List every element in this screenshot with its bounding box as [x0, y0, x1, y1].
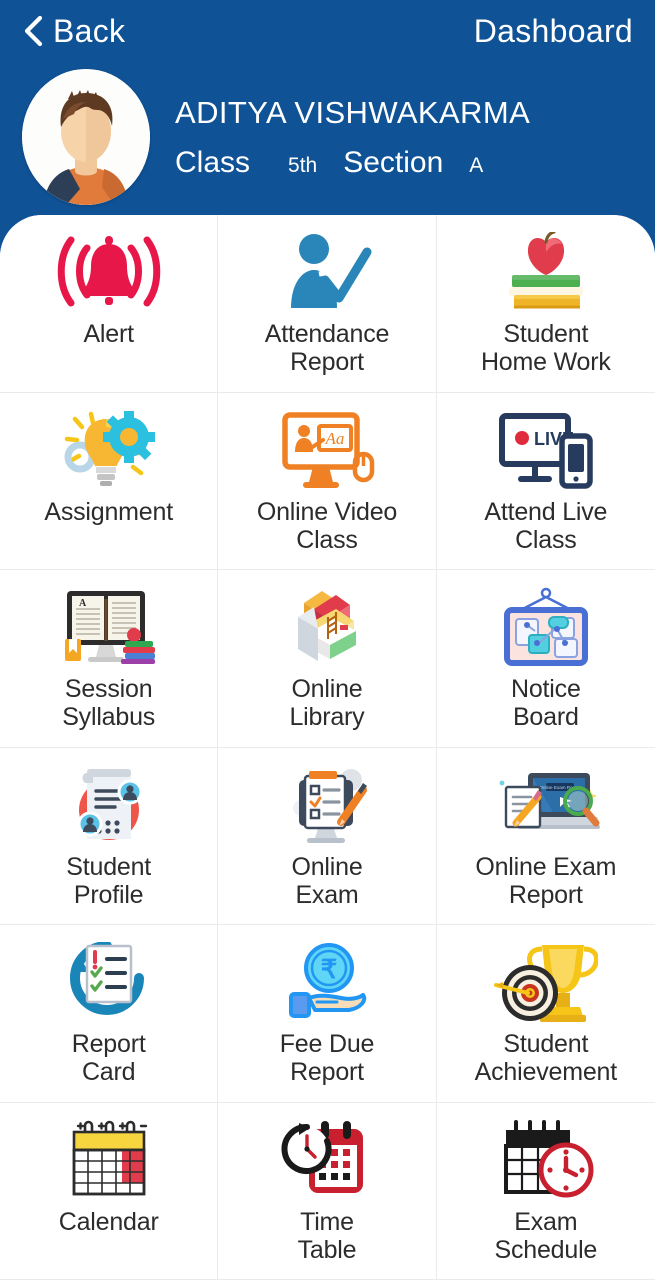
menu-panel: Alert Attendance Report Student Home Wor…: [0, 215, 655, 1280]
menu-item-report-card[interactable]: Report Card: [0, 925, 219, 1103]
menu-item-label: Online Library: [289, 675, 365, 731]
student-avatar-icon: [22, 69, 150, 205]
library-books-icon: [284, 584, 370, 670]
menu-item-label: Online Video Class: [256, 497, 398, 554]
video-monitor-icon: Aa: [277, 407, 377, 493]
class-section-row: Class 5th Section A: [175, 146, 530, 180]
menu-item-label: Attend Live Class: [484, 497, 608, 554]
menu-item-label: Alert: [83, 320, 134, 348]
back-button[interactable]: Back: [22, 13, 125, 50]
menu-item-label: Online Exam: [291, 852, 363, 909]
menu-item-attendance-report[interactable]: Attendance Report: [218, 215, 437, 393]
menu-item-label: Student Profile: [66, 852, 152, 909]
menu-item-exam-schedule[interactable]: Exam Schedule: [436, 1102, 655, 1280]
books-apple-icon: [498, 229, 594, 315]
svg-text:A: A: [79, 598, 87, 609]
clock-calendar-icon: [279, 1117, 375, 1203]
laptop-report-magnifier-icon: Online Exam Report: [490, 762, 602, 848]
class-value: 5th: [288, 153, 318, 177]
menu-item-label: Exam Schedule: [494, 1207, 598, 1264]
menu-item-student-home-work[interactable]: Student Home Work: [436, 215, 655, 393]
navigation-bar: Back Dashboard: [0, 0, 655, 62]
menu-item-label: Online Exam Report: [475, 852, 617, 909]
student-name: ADITYA VISHWAKARMA: [175, 95, 531, 131]
menu-item-time-table[interactable]: Time Table: [218, 1102, 437, 1280]
menu-item-calendar[interactable]: Calendar: [0, 1102, 219, 1280]
live-stream-monitor-icon: LIVE: [496, 407, 596, 493]
menu-item-label: Assignment: [44, 497, 173, 526]
profile-document-icon: [63, 762, 155, 848]
menu-item-alert[interactable]: Alert: [0, 215, 219, 393]
section-label: Section: [343, 145, 444, 179]
menu-item-student-achievement[interactable]: Student Achievement: [436, 925, 655, 1103]
menu-item-online-exam-report[interactable]: Online Exam Report Online Exam Report: [436, 747, 655, 925]
menu-item-fee-due-report[interactable]: ₹ Fee Due Report: [218, 925, 437, 1103]
calendar-clock-icon: [496, 1117, 596, 1203]
menu-item-online-library[interactable]: Online Library: [218, 570, 437, 748]
report-card-checklist-icon: [61, 939, 157, 1025]
menu-item-label: Student Home Work: [480, 320, 611, 376]
menu-item-label: Notice Board: [510, 675, 581, 731]
menu-item-session-syllabus[interactable]: A Session Syllabus: [0, 570, 219, 748]
menu-item-student-profile[interactable]: Student Profile: [0, 747, 219, 925]
back-label: Back: [53, 12, 126, 49]
menu-item-attend-live-class[interactable]: LIVE Attend Live Class: [436, 392, 655, 570]
page-title: Dashboard: [473, 12, 633, 49]
svg-text:₹: ₹: [321, 954, 338, 984]
dashboard-screen: Back Dashboard ADITYA VISHWAKARMA Class …: [0, 0, 655, 1280]
exam-monitor-checklist-icon: [279, 762, 375, 848]
menu-item-notice-board[interactable]: Notice Board: [436, 570, 655, 748]
notice-board-icon: [499, 584, 593, 670]
menu-grid: Alert Attendance Report Student Home Wor…: [0, 215, 655, 1280]
lightbulb-gear-icon: [61, 407, 157, 493]
profile-info: ADITYA VISHWAKARMA Class 5th Section A: [150, 94, 530, 180]
section-value: A: [469, 153, 484, 177]
menu-item-label: Calendar: [58, 1207, 159, 1236]
avatar[interactable]: [22, 69, 150, 205]
class-label: Class: [175, 145, 251, 179]
menu-item-label: Session Syllabus: [62, 675, 156, 731]
alert-bell-icon: [57, 229, 161, 315]
menu-item-label: Fee Due Report: [279, 1030, 375, 1086]
profile-section: ADITYA VISHWAKARMA Class 5th Section A: [0, 62, 655, 212]
menu-item-label: Time Table: [297, 1207, 357, 1264]
svg-text:Aa: Aa: [325, 429, 345, 448]
trophy-target-icon: [493, 939, 598, 1025]
attendance-person-check-icon: [281, 229, 373, 315]
menu-item-label: Report Card: [71, 1030, 146, 1086]
menu-item-label: Attendance Report: [264, 320, 390, 376]
menu-item-assignment[interactable]: Assignment: [0, 392, 219, 570]
calendar-icon: [62, 1117, 156, 1203]
menu-item-online-video-class[interactable]: Aa Online Video Class: [218, 392, 437, 570]
menu-item-label: Student Achievement: [474, 1030, 618, 1086]
chevron-left-icon: [24, 16, 43, 46]
open-book-icon: A: [55, 584, 163, 670]
menu-item-online-exam[interactable]: Online Exam: [218, 747, 437, 925]
rupee-hand-icon: ₹: [279, 939, 375, 1025]
